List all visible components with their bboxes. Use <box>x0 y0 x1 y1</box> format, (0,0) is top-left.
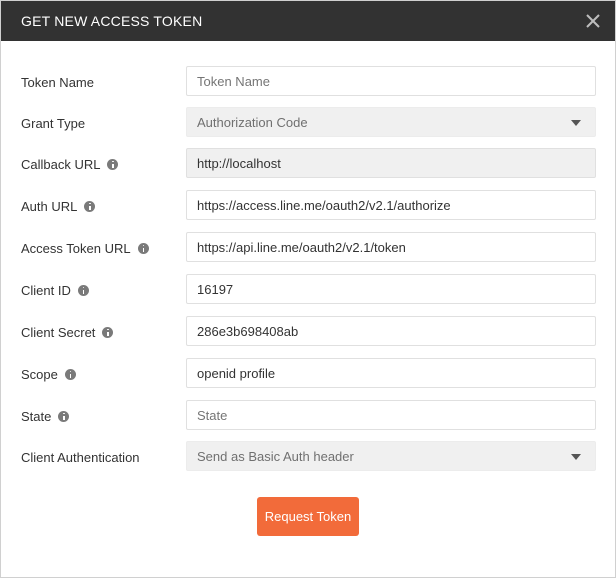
token-name-label-text: Token Name <box>21 74 94 90</box>
client-secret-row: Client Secret 286e3b698408ab <box>21 316 597 348</box>
access-token-url-label-text: Access Token URL <box>21 240 131 256</box>
request-token-button[interactable]: Request Token <box>257 497 359 536</box>
dialog-title: GET NEW ACCESS TOKEN <box>21 13 203 29</box>
info-icon[interactable] <box>137 242 149 254</box>
token-name-input[interactable] <box>186 66 596 96</box>
callback-url-label-text: Callback URL <box>21 156 101 172</box>
client-secret-value: 286e3b698408ab <box>197 323 299 339</box>
grant-type-label: Grant Type <box>21 107 85 139</box>
info-icon[interactable] <box>64 368 76 380</box>
callback-url-input[interactable] <box>186 148 596 178</box>
client-authentication-row: Client Authentication Send as Basic Auth… <box>21 441 597 473</box>
close-icon[interactable] <box>583 11 603 31</box>
scope-label-text: Scope <box>21 366 58 382</box>
info-icon[interactable] <box>77 284 89 296</box>
grant-type-label-text: Grant Type <box>21 115 86 131</box>
state-input[interactable] <box>186 400 596 430</box>
scope-input[interactable] <box>186 358 596 388</box>
dialog-header: GET NEW ACCESS TOKEN <box>1 1 615 41</box>
info-icon[interactable] <box>107 158 119 170</box>
client-authentication-label-text: Client Authentication <box>21 449 140 465</box>
info-icon[interactable] <box>84 200 96 212</box>
state-label: State <box>21 400 70 432</box>
access-token-url-row: Access Token URL <box>21 232 597 264</box>
callback-url-label: Callback URL <box>21 148 119 180</box>
state-row: State <box>21 400 597 432</box>
chevron-down-icon <box>571 454 581 460</box>
scope-row: Scope <box>21 358 597 390</box>
token-name-row: Token Name <box>21 66 597 98</box>
client-id-value: 16197 <box>197 281 234 297</box>
callback-url-row: Callback URL <box>21 148 597 180</box>
grant-type-select[interactable]: Authorization Code <box>186 107 596 137</box>
access-token-url-input[interactable] <box>186 232 596 262</box>
redaction-overlay <box>298 323 419 339</box>
grant-type-selected-value: Authorization Code <box>197 114 308 130</box>
client-authentication-selected-value: Send as Basic Auth header <box>197 448 354 464</box>
info-icon[interactable] <box>102 326 114 338</box>
access-token-url-label: Access Token URL <box>21 232 149 264</box>
state-label-text: State <box>21 408 52 424</box>
client-id-label: Client ID <box>21 274 89 306</box>
auth-url-input[interactable] <box>186 190 596 220</box>
redaction-overlay <box>233 281 274 297</box>
token-name-label: Token Name <box>21 66 94 98</box>
client-secret-label-text: Client Secret <box>21 324 96 340</box>
client-authentication-label: Client Authentication <box>21 441 140 473</box>
auth-url-label: Auth URL <box>21 190 96 222</box>
get-new-access-token-dialog: GET NEW ACCESS TOKEN Token Name Grant Ty… <box>0 0 616 578</box>
chevron-down-icon <box>571 120 581 126</box>
client-id-label-text: Client ID <box>21 282 71 298</box>
client-authentication-select[interactable]: Send as Basic Auth header <box>186 441 596 471</box>
client-id-input[interactable]: 16197 <box>186 274 596 304</box>
auth-url-row: Auth URL <box>21 190 597 222</box>
auth-url-label-text: Auth URL <box>21 198 78 214</box>
info-icon[interactable] <box>58 410 70 422</box>
client-secret-input[interactable]: 286e3b698408ab <box>186 316 596 346</box>
grant-type-row: Grant Type Authorization Code <box>21 107 597 139</box>
client-secret-label: Client Secret <box>21 316 114 348</box>
scope-label: Scope <box>21 358 76 390</box>
client-id-row: Client ID 16197 <box>21 274 597 306</box>
